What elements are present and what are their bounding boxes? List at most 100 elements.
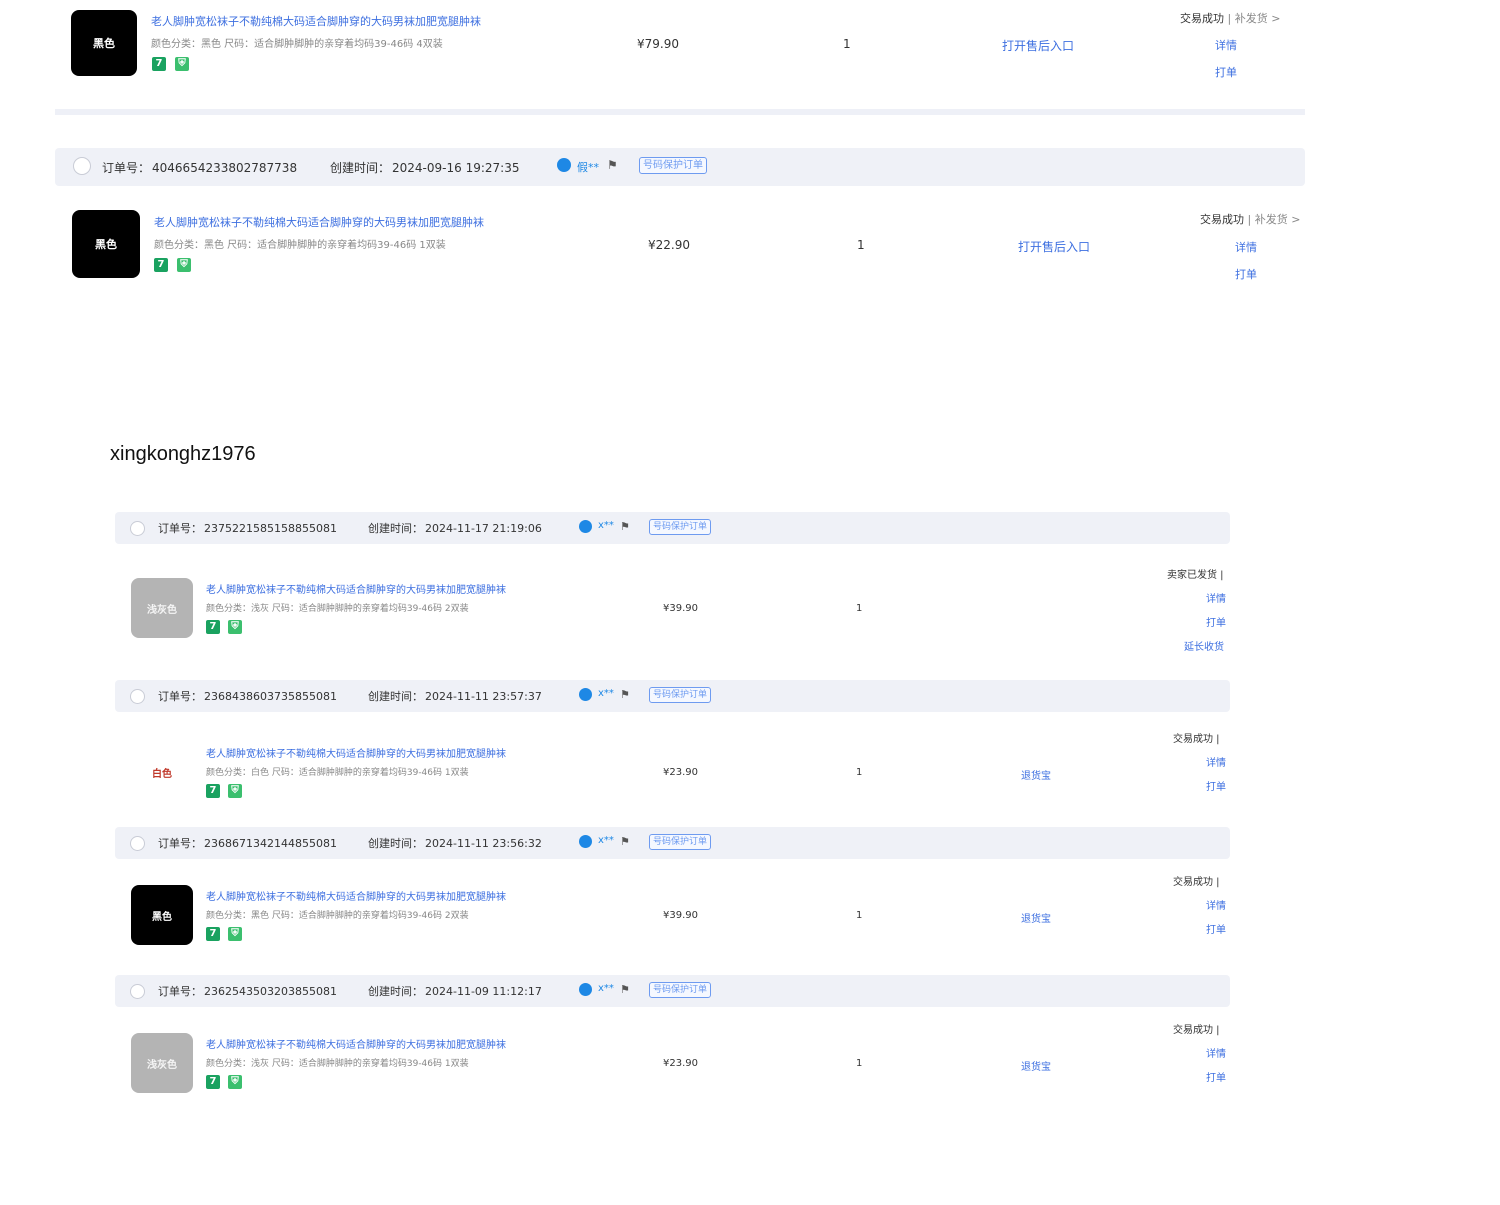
product-thumbnail[interactable]: 浅灰色 [131,578,193,638]
shield-icon: ⛨ [228,927,242,941]
product-title-link[interactable]: 老人脚肿宽松袜子不勒纯棉大码适合脚肿穿的大码男袜加肥宽腿肿袜 [206,888,506,903]
detail-link[interactable]: 详情 [1206,754,1226,769]
seven-day-return-icon: 7 [206,620,220,634]
status-text: 交易成功 [1200,213,1244,226]
product-quantity: 1 [856,910,863,921]
created-time: 创建时间： 2024-11-09 11:12:17 [368,983,542,999]
product-title-link[interactable]: 老人脚肿宽松袜子不勒纯棉大码适合脚肿穿的大码男袜加肥宽腿肿袜 [206,745,506,760]
order-status: 交易成功 | [1173,734,1220,745]
status-text: 交易成功 [1180,12,1224,25]
buyer-avatar-icon[interactable] [579,983,592,996]
buyer-avatar-icon[interactable] [579,688,592,701]
protection-badge: 号码保护订单 [649,687,712,703]
order-number-label: 订单号： [158,985,202,998]
print-link[interactable]: 打单 [1215,64,1237,80]
username-caption: xingkonghz1976 [110,443,256,465]
order-status: 交易成功 | 补发货 > [1180,10,1280,26]
print-link[interactable]: 打单 [1206,921,1226,936]
buyer-avatar-icon[interactable] [557,158,571,172]
order-select-checkbox[interactable] [130,521,145,536]
protection-badge: 号码保护订单 [649,519,712,535]
seven-day-return-icon: 7 [206,784,220,798]
flag-icon[interactable]: ⚑ [620,520,630,533]
shield-icon: ⛨ [228,1075,242,1089]
order-number-label: 订单号： [158,690,202,703]
order-number-label: 订单号： [158,522,202,535]
buyer-avatar-icon[interactable] [579,520,592,533]
seven-day-return-icon: 7 [206,1075,220,1089]
flag-icon[interactable]: ⚑ [620,835,630,848]
created-time-value: 2024-11-09 11:12:17 [425,985,542,998]
order-number-label: 订单号： [102,161,151,175]
created-time-label: 创建时间： [368,985,423,998]
buyer-name[interactable]: x** [598,835,614,846]
product-quantity: 1 [857,238,865,252]
section-divider [55,109,1305,115]
product-spec: 颜色分类：黑色 尺码：适合脚肿脚肿的亲穿着均码39-46码 4双装 [151,39,443,50]
order-select-checkbox[interactable] [130,689,145,704]
buyer-name[interactable]: x** [598,520,614,531]
detail-link[interactable]: 详情 [1206,897,1226,912]
buyer-avatar-icon[interactable] [579,835,592,848]
order-status: 交易成功 | [1173,1025,1220,1036]
created-time: 创建时间： 2024-11-11 23:56:32 [368,835,542,851]
order-number-value: 2362543503203855081 [204,985,337,998]
after-sale-link[interactable]: 打开售后入口 [1018,238,1090,255]
seven-day-return-icon: 7 [154,258,168,272]
created-time: 创建时间： 2024-09-16 19:27:35 [330,159,519,176]
reship-link[interactable]: | 补发货 > [1228,12,1281,25]
product-spec: 颜色分类：黑色 尺码：适合脚肿脚肿的亲穿着均码39-46码 1双装 [154,240,446,251]
product-price: ¥39.90 [663,603,698,614]
order-number-label: 订单号： [158,837,202,850]
after-sale-link[interactable]: 打开售后入口 [1002,37,1074,54]
product-thumbnail[interactable]: 黑色 [71,10,137,76]
order-select-checkbox[interactable] [73,157,91,175]
product-title-link[interactable]: 老人脚肿宽松袜子不勒纯棉大码适合脚肿穿的大码男袜加肥宽腿肿袜 [154,214,484,230]
order-select-checkbox[interactable] [130,836,145,851]
product-thumbnail[interactable]: 白色 [131,742,193,802]
product-thumbnail[interactable]: 黑色 [131,885,193,945]
print-link[interactable]: 打单 [1206,614,1226,629]
buyer-name[interactable]: x** [598,983,614,994]
buyer-name[interactable]: 假** [577,159,599,175]
product-thumbnail[interactable]: 浅灰色 [131,1033,193,1093]
print-link[interactable]: 打单 [1206,1069,1226,1084]
print-link[interactable]: 打单 [1206,778,1226,793]
detail-link[interactable]: 详情 [1215,37,1237,53]
detail-link[interactable]: 详情 [1206,1045,1226,1060]
return-insurance-link[interactable]: 退货宝 [1021,767,1051,782]
flag-icon[interactable]: ⚑ [620,983,630,996]
created-time-label: 创建时间： [368,837,423,850]
created-time-value: 2024-11-17 21:19:06 [425,522,542,535]
created-time-value: 2024-09-16 19:27:35 [392,161,520,175]
buyer-name[interactable]: x** [598,688,614,699]
order-number: 订单号： 2368671342144855081 [158,835,337,851]
created-time-value: 2024-11-11 23:57:37 [425,690,542,703]
seven-day-return-icon: 7 [206,927,220,941]
product-price: ¥22.90 [648,238,690,252]
order-number: 订单号： 2368438603735855081 [158,688,337,704]
reship-link[interactable]: | 补发货 > [1248,213,1301,226]
product-title-link[interactable]: 老人脚肿宽松袜子不勒纯棉大码适合脚肿穿的大码男袜加肥宽腿肿袜 [206,1036,506,1051]
order-number-value: 2368671342144855081 [204,837,337,850]
product-title-link[interactable]: 老人脚肿宽松袜子不勒纯棉大码适合脚肿穿的大码男袜加肥宽腿肿袜 [151,13,481,29]
flag-icon[interactable]: ⚑ [607,158,618,172]
order-number-value: 4046654233802787738 [152,161,298,175]
flag-icon[interactable]: ⚑ [620,688,630,701]
detail-link[interactable]: 详情 [1235,239,1257,255]
product-price: ¥79.90 [637,37,679,51]
order-number-value: 2375221585158855081 [204,522,337,535]
product-thumbnail[interactable]: 黑色 [72,210,140,278]
shield-icon: ⛨ [228,784,242,798]
extend-receipt-link[interactable]: 延长收货 [1184,638,1224,653]
detail-link[interactable]: 详情 [1206,590,1226,605]
order-select-checkbox[interactable] [130,984,145,999]
print-link[interactable]: 打单 [1235,266,1257,282]
created-time-label: 创建时间： [330,161,391,175]
created-time-value: 2024-11-11 23:56:32 [425,837,542,850]
order-status: 卖家已发货 | [1167,570,1224,581]
return-insurance-link[interactable]: 退货宝 [1021,910,1051,925]
shield-icon: ⛨ [177,258,191,272]
return-insurance-link[interactable]: 退货宝 [1021,1058,1051,1073]
product-title-link[interactable]: 老人脚肿宽松袜子不勒纯棉大码适合脚肿穿的大码男袜加肥宽腿肿袜 [206,581,506,596]
